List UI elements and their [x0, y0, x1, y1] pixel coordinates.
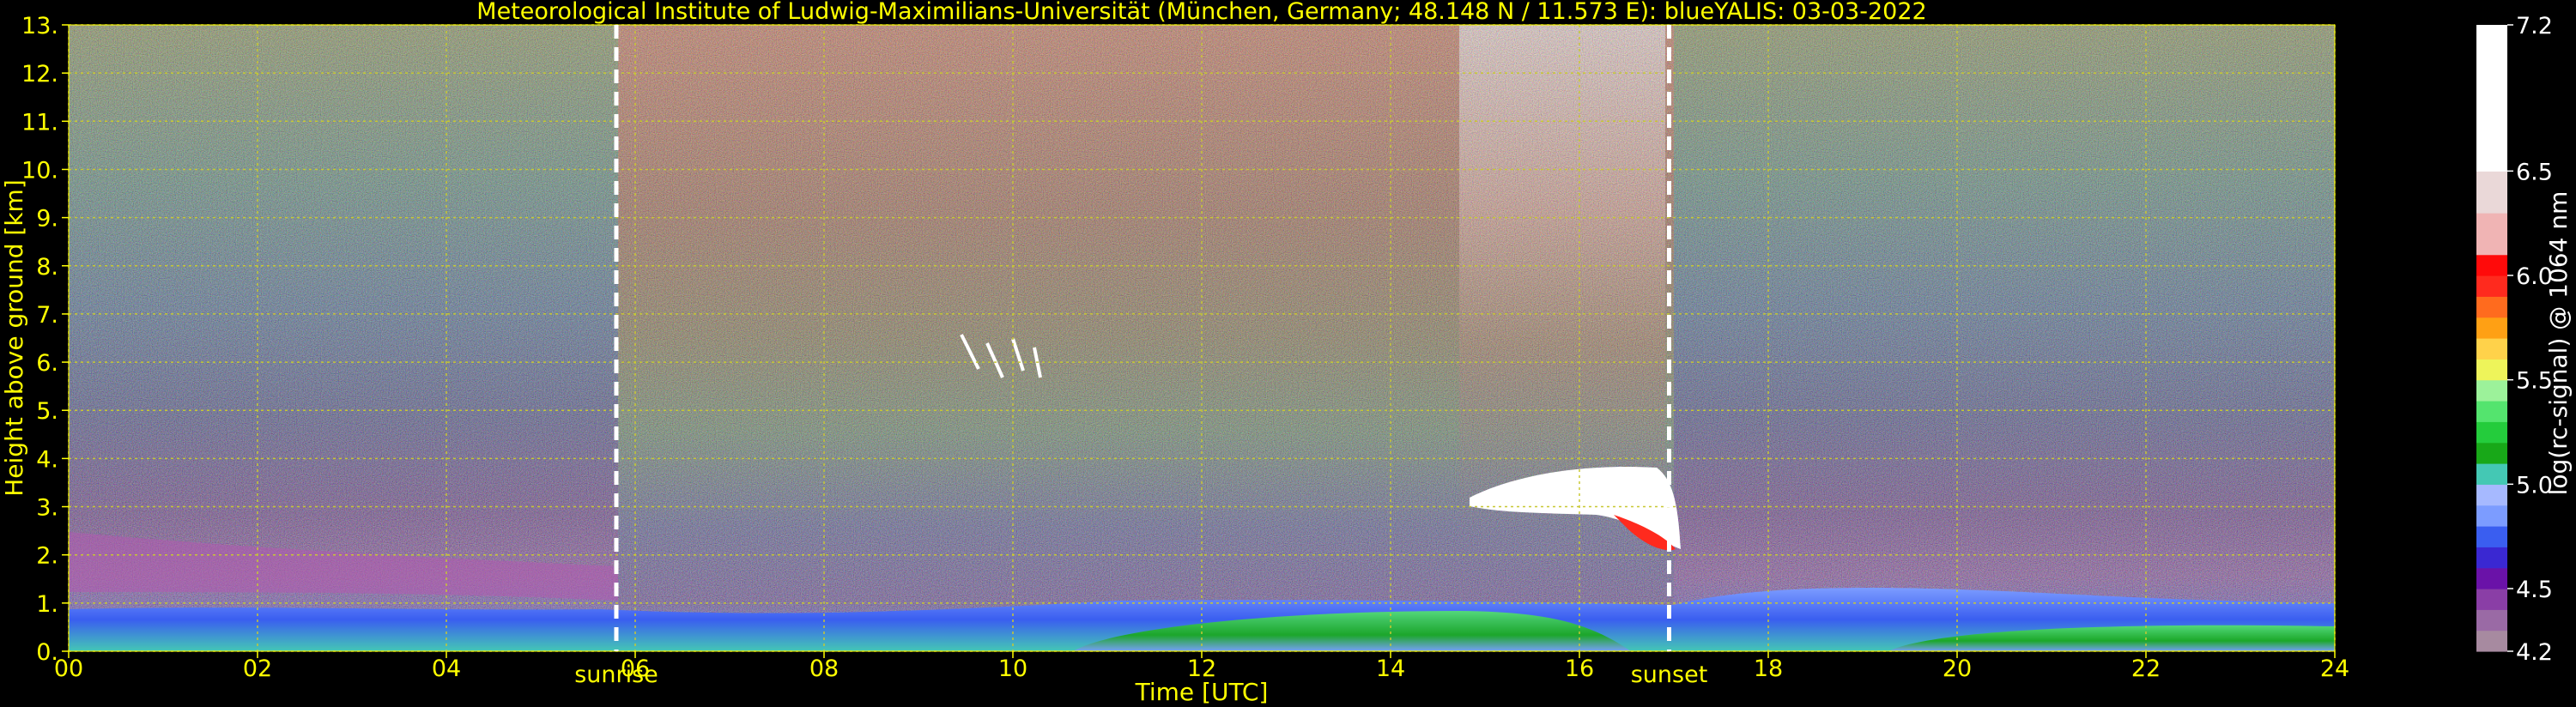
y-tick-label: 1. — [36, 591, 58, 618]
y-tick-label: 13. — [21, 13, 58, 39]
y-tick-label: 4. — [36, 446, 58, 473]
colorbar-tick-label: 4.5 — [2516, 577, 2553, 603]
colorbar-level — [2476, 421, 2507, 444]
x-axis-label: Time [UTC] — [1135, 678, 1269, 706]
colorbar-level — [2476, 254, 2507, 276]
colorbar-level — [2476, 630, 2507, 652]
colorbar-level — [2476, 547, 2507, 569]
colorbar-level — [2476, 359, 2507, 381]
colorbar-level — [2476, 609, 2507, 631]
colorbar-level — [2476, 296, 2507, 318]
y-tick-label: 0. — [36, 639, 58, 666]
colorbar-level — [2476, 401, 2507, 422]
colorbar-level — [2476, 379, 2507, 402]
y-tick-label: 5. — [36, 398, 58, 425]
colorbar-level — [2476, 442, 2507, 464]
chart-title: Meteorological Institute of Ludwig-Maxim… — [476, 0, 1926, 25]
y-tick-label: 9. — [36, 206, 58, 233]
colorbar-level — [2476, 338, 2507, 360]
y-axis-ticks: 0.1.2.3.4.5.6.7.8.9.10.11.12.13. — [21, 13, 69, 666]
y-tick-label: 12. — [21, 61, 58, 88]
colorbar-level — [2476, 171, 2507, 214]
y-tick-label: 2. — [36, 543, 58, 570]
x-tick-label: 24 — [2320, 656, 2349, 682]
colorbar-level — [2476, 567, 2507, 589]
y-tick-label: 8. — [36, 254, 58, 281]
y-tick-label: 6. — [36, 350, 58, 377]
y-axis-label: Height above ground [km] — [0, 179, 28, 497]
y-tick-label: 3. — [36, 495, 58, 522]
colorbar-level — [2476, 589, 2507, 610]
colorbar-level — [2476, 25, 2507, 172]
colorbar-tick-label: 4.2 — [2516, 639, 2553, 666]
colorbar-level — [2476, 275, 2507, 297]
colorbar-level — [2476, 463, 2507, 485]
x-tick-label: 04 — [432, 656, 461, 682]
colorbar-level — [2476, 484, 2507, 506]
x-tick-label: 14 — [1376, 656, 1405, 682]
y-tick-label: 11. — [21, 109, 58, 136]
colorbar-level — [2476, 505, 2507, 527]
y-tick-label: 7. — [36, 302, 58, 329]
colorbar-label: log(rc-signal) @ 1064 nm — [2544, 191, 2573, 496]
colorbar-level — [2476, 213, 2507, 256]
colorbar-level — [2476, 526, 2507, 547]
x-tick-label: 10 — [998, 656, 1027, 682]
x-tick-label: 08 — [809, 656, 839, 682]
x-tick-label: 18 — [1754, 656, 1783, 682]
colorbar-tick-label: 7.2 — [2516, 13, 2553, 39]
x-tick-label: 06 — [621, 656, 650, 682]
x-tick-label: 22 — [2131, 656, 2161, 682]
x-tick-label: 02 — [243, 656, 272, 682]
x-tick-label: 20 — [1943, 656, 1972, 682]
colorbar-tick-label: 6.5 — [2516, 159, 2553, 185]
colorbar — [2476, 25, 2507, 652]
sunset-label: sunset — [1631, 662, 1708, 688]
x-tick-label: 16 — [1565, 656, 1594, 682]
lidar-chart: sunrise sunset 00 02 04 06 08 10 12 14 16 18 20 22 24… — [0, 0, 2573, 706]
colorbar-level — [2476, 317, 2507, 339]
